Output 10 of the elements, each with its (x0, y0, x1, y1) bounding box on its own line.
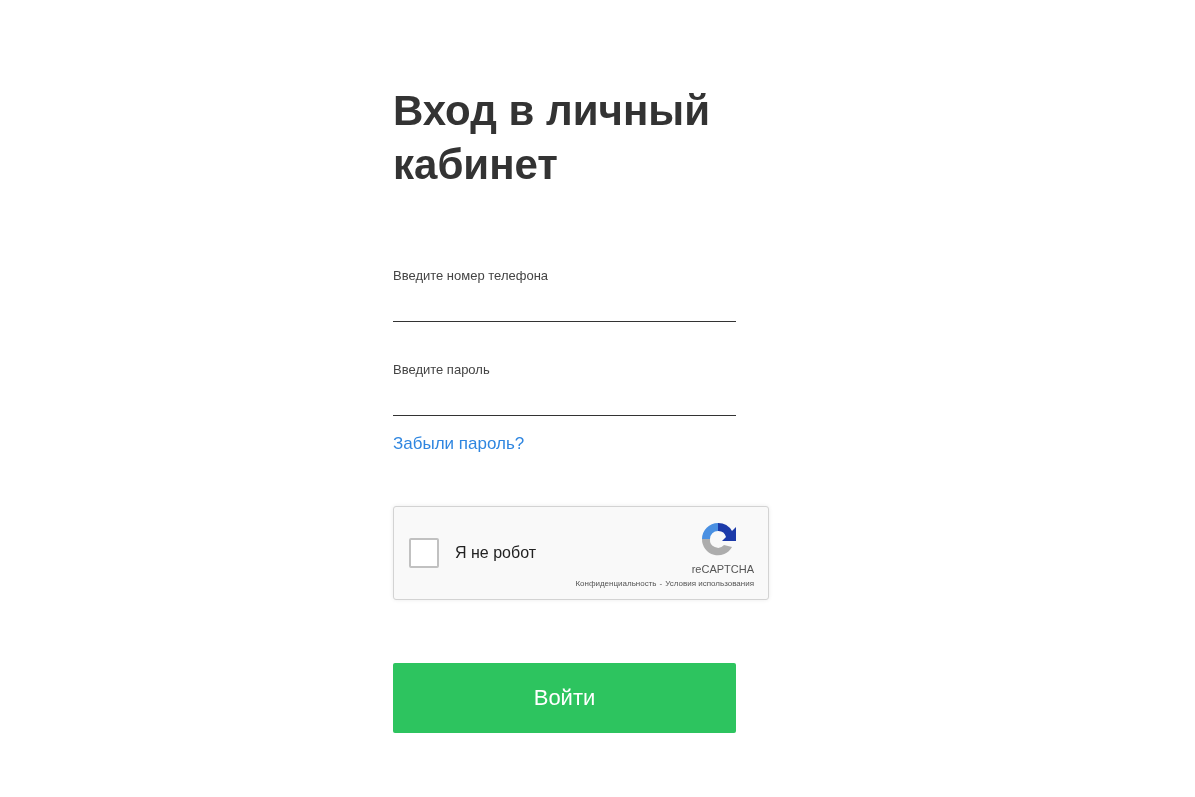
field-label: Введите пароль (393, 362, 491, 377)
field-label: Введите номер телефона (393, 268, 550, 283)
terms-link[interactable]: Условия использования (665, 579, 754, 588)
captcha-checkbox[interactable] (409, 538, 439, 568)
link-separator: - (659, 579, 663, 588)
page-title: Вход в личный кабинет (393, 86, 711, 190)
privacy-link[interactable]: Конфиденциальность (575, 579, 657, 588)
captcha-brand: reCAPTCHA (691, 563, 754, 575)
captcha-label: Я не робот (455, 544, 536, 562)
forgot-password-link[interactable]: Забыли пароль? (393, 434, 525, 454)
